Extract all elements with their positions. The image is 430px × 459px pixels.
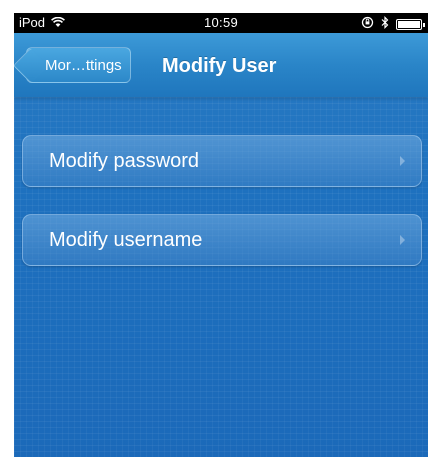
chevron-right-icon xyxy=(400,235,405,245)
navigation-bar: Mor…ttings Modify User xyxy=(14,33,428,97)
back-button[interactable]: Mor…ttings xyxy=(26,47,131,83)
status-bar: iPod 10:59 xyxy=(14,13,428,33)
device-screen: iPod 10:59 Mor…ttings Modify User Modify… xyxy=(14,13,428,457)
modify-password-row[interactable]: Modify password xyxy=(22,135,422,187)
row-label: Modify username xyxy=(49,229,203,251)
page-title: Modify User xyxy=(162,55,277,77)
status-right xyxy=(361,16,425,32)
modify-username-row[interactable]: Modify username xyxy=(22,214,422,266)
rotation-lock-icon xyxy=(361,16,374,32)
row-label: Modify password xyxy=(49,150,200,172)
bluetooth-icon xyxy=(381,16,389,32)
back-button-label: Mor…ttings xyxy=(45,56,122,74)
battery-icon xyxy=(396,18,425,30)
chevron-right-icon xyxy=(400,156,405,166)
